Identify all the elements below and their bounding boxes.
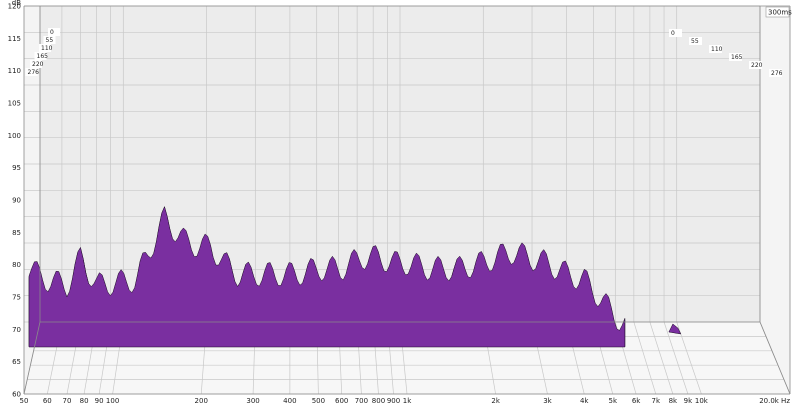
x-tick-label: 10k	[695, 397, 709, 405]
x-tick-label: 2k	[491, 397, 500, 405]
y-tick-label: 65	[12, 358, 21, 366]
time-slice-label-right: 110	[711, 46, 723, 53]
x-tick-label: 7k	[652, 397, 661, 405]
y-tick-label: 75	[12, 294, 21, 302]
x-tick-label: 9k	[684, 397, 693, 405]
x-tick-label: 600	[335, 397, 348, 405]
x-tick-label: 3k	[543, 397, 552, 405]
time-slice-label-left: 55	[46, 37, 54, 44]
x-tick-label: 80	[80, 397, 89, 405]
time-slice-label-left: 0	[50, 29, 54, 36]
time-slice-label-left: 110	[41, 45, 53, 52]
time-slice-label-right: 276	[771, 70, 783, 77]
x-tick-label: 1k	[403, 397, 412, 405]
time-slice-label-right: 55	[691, 38, 699, 45]
time-axis-label: 300ms	[768, 9, 792, 17]
y-tick-label: 115	[8, 35, 21, 43]
time-slice-label-left: 165	[37, 53, 49, 60]
y-tick-label: 80	[12, 261, 21, 269]
time-slice-label-right: 0	[671, 30, 675, 37]
time-slice-label-right: 165	[731, 54, 743, 61]
y-tick-label: 90	[12, 197, 21, 205]
y-unit-label: dB	[12, 0, 21, 7]
y-tick-label: 100	[8, 132, 21, 140]
x-tick-label: 90	[95, 397, 104, 405]
x-tick-label: 20.0k Hz	[759, 397, 790, 405]
y-tick-label: 105	[8, 100, 21, 108]
x-tick-label: 4k	[580, 397, 589, 405]
x-tick-label: 500	[312, 397, 325, 405]
x-tick-label: 200	[195, 397, 208, 405]
x-tick-label: 700	[355, 397, 368, 405]
y-tick-label: 85	[12, 229, 21, 237]
waterfall-chart: 6065707580859095100105110115120 50 60 70 80…	[0, 0, 800, 406]
x-tick-label: 70	[63, 397, 72, 405]
y-tick-label: 70	[12, 326, 21, 334]
time-slice-label-right: 220	[751, 62, 763, 69]
x-tick-label: 900	[387, 397, 400, 405]
y-tick-label: 110	[8, 67, 21, 75]
y-tick-label: 95	[12, 164, 21, 172]
x-tick-label: 6k	[632, 397, 641, 405]
time-slice-label-left: 220	[32, 61, 44, 68]
x-tick-label: 60	[43, 397, 52, 405]
time-axis-badge: 300ms	[765, 6, 792, 18]
time-slice-label-left: 276	[28, 69, 40, 76]
x-tick-label: 800	[372, 397, 385, 405]
x-tick-label: 5k	[609, 397, 618, 405]
x-tick-label: 8k	[669, 397, 678, 405]
x-tick-label: 300	[246, 397, 259, 405]
x-tick-label: 400	[283, 397, 296, 405]
x-tick-label: 100	[106, 397, 119, 405]
x-tick-label: 50	[20, 397, 29, 405]
